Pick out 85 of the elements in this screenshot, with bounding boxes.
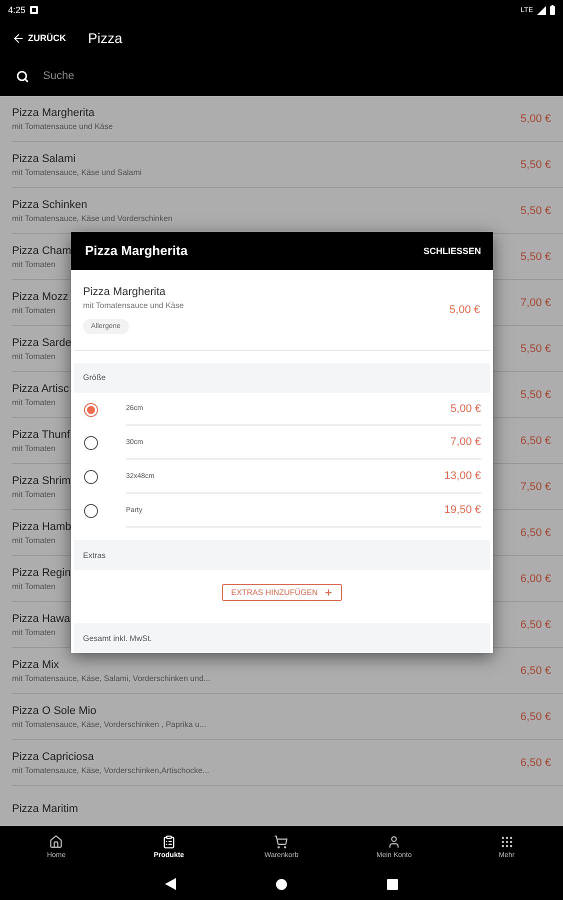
product-description: mit Tomatensauce, Käse, Salami, Vorderschinken und... xyxy=(12,674,210,682)
product-description: mit Tomaten xyxy=(12,628,56,636)
product-name: Pizza Hawa xyxy=(12,612,70,624)
square-icon[interactable] xyxy=(387,878,398,890)
product-price: 6,50 € xyxy=(520,710,551,722)
product-price: 5,50 € xyxy=(520,250,551,262)
product-row[interactable]: Pizza Margherita mit Tomatensauce und Käse 5,00 € xyxy=(12,96,563,142)
product-price: 6,50 € xyxy=(520,756,551,768)
size-price: 7,00 € xyxy=(450,436,481,448)
product-row[interactable]: Pizza O Sole Mio mit Tomatensauce, Käse, Vorderschinken , Paprika u... 6,50 € xyxy=(12,694,563,740)
product-name: Pizza Margherita xyxy=(12,106,96,118)
size-price: 13,00 € xyxy=(444,470,481,482)
product-name: Pizza Regin xyxy=(12,566,71,578)
section-title: Extras xyxy=(83,550,106,560)
product-price: 5,00 € xyxy=(520,112,551,124)
product-row[interactable]: Pizza Maritim xyxy=(12,786,563,826)
search-icon xyxy=(16,70,29,82)
back-icon[interactable] xyxy=(165,878,176,890)
product-name: Pizza Thunf xyxy=(12,428,70,440)
product-price: 5,50 € xyxy=(520,342,551,354)
size-price: 19,50 € xyxy=(444,504,481,516)
product-name: Pizza Cham xyxy=(12,244,72,256)
product-name: Pizza Hamb xyxy=(12,520,72,532)
product-description: mit Tomaten xyxy=(12,398,56,406)
product-name: Pizza Sarde xyxy=(12,336,72,348)
radio-button[interactable] xyxy=(84,504,98,518)
product-name: Pizza Mix xyxy=(12,658,60,670)
product-description: mit Tomaten xyxy=(12,536,56,544)
product-name: Pizza O Sole Mio xyxy=(12,704,98,716)
product-description: mit Tomatensauce und Käse xyxy=(12,122,113,130)
cart-icon xyxy=(274,835,288,849)
product-name: Pizza Artisc xyxy=(12,382,69,394)
product-name: Pizza Schinken xyxy=(12,198,88,210)
product-description: mit Tomatensauce, Käse, Vorderschinken,Artischocke... xyxy=(12,766,210,774)
radio-button[interactable] xyxy=(84,470,98,484)
page-title: Pizza xyxy=(88,30,122,46)
product-description: mit Tomaten xyxy=(12,444,56,452)
product-price: 7,00 € xyxy=(520,296,551,308)
product-name: Pizza Mozz xyxy=(12,290,68,302)
dialog-title: Pizza Margherita xyxy=(85,243,188,258)
product-name: Pizza Maritim xyxy=(12,802,78,814)
product-price: 5,50 € xyxy=(520,158,551,170)
product-price: 5,50 € xyxy=(520,204,551,216)
product-name: Pizza Capriciosa xyxy=(12,750,95,762)
close-button[interactable]: SCHLIESSEN xyxy=(423,246,481,256)
size-price: 5,00 € xyxy=(450,402,481,415)
product-price: 6,50 € xyxy=(520,526,551,538)
section-title: Größe xyxy=(83,373,106,382)
radio-button[interactable] xyxy=(84,436,98,450)
dialog-product-name: Pizza Margherita xyxy=(83,286,167,298)
product-price: 6,00 € xyxy=(520,572,551,584)
product-description: mit Tomaten xyxy=(12,306,56,314)
plus-icon xyxy=(324,588,333,598)
product-description: mit Tomatensauce, Käse und Salami xyxy=(12,168,142,176)
home-icon xyxy=(49,835,64,849)
clipboard-icon xyxy=(162,835,176,849)
product-row[interactable]: Pizza Salami mit Tomatensauce, Käse und Salami 5,50 € xyxy=(12,142,563,188)
product-description: mit Tomatensauce, Käse, Vorderschinken , Paprika u... xyxy=(12,720,206,728)
total-label: Gesamt inkl. MwSt. xyxy=(83,634,152,643)
product-description: mit Tomaten xyxy=(12,490,56,498)
product-price: 7,50 € xyxy=(520,480,551,492)
battery-icon xyxy=(550,5,555,15)
search-field[interactable]: Suche xyxy=(41,69,547,83)
grid-icon xyxy=(500,835,514,849)
notification-icon xyxy=(30,6,38,14)
product-price: 5,50 € xyxy=(520,388,551,400)
product-description: mit Tomatensauce, Käse und Vorderschinken xyxy=(12,214,172,222)
product-row[interactable]: Pizza Capriciosa mit Tomatensauce, Käse, Vorderschinken,Artischocke... 6,50 € xyxy=(12,740,563,786)
product-name: Pizza Salami xyxy=(12,152,77,164)
back-button[interactable]: ZURÜCK xyxy=(12,32,66,44)
dialog-product-description: mit Tomatensauce und Käse xyxy=(83,300,184,310)
home-circle-icon[interactable] xyxy=(276,878,287,890)
status-time: 4:25 xyxy=(8,5,26,15)
signal-icon xyxy=(537,6,546,14)
product-name: Pizza Shrim xyxy=(12,474,71,486)
radio-button[interactable] xyxy=(84,402,98,417)
product-description: mit Tomaten xyxy=(12,260,56,268)
product-price: 6,50 € xyxy=(520,434,551,446)
dialog-product-price: 5,00 € xyxy=(449,304,480,316)
product-description: mit Tomaten xyxy=(12,582,56,590)
back-arrow-icon xyxy=(12,32,25,44)
product-price: 6,50 € xyxy=(520,618,551,630)
product-price: 6,50 € xyxy=(520,664,551,676)
product-description: mit Tomaten xyxy=(12,352,56,360)
user-icon xyxy=(387,835,402,849)
